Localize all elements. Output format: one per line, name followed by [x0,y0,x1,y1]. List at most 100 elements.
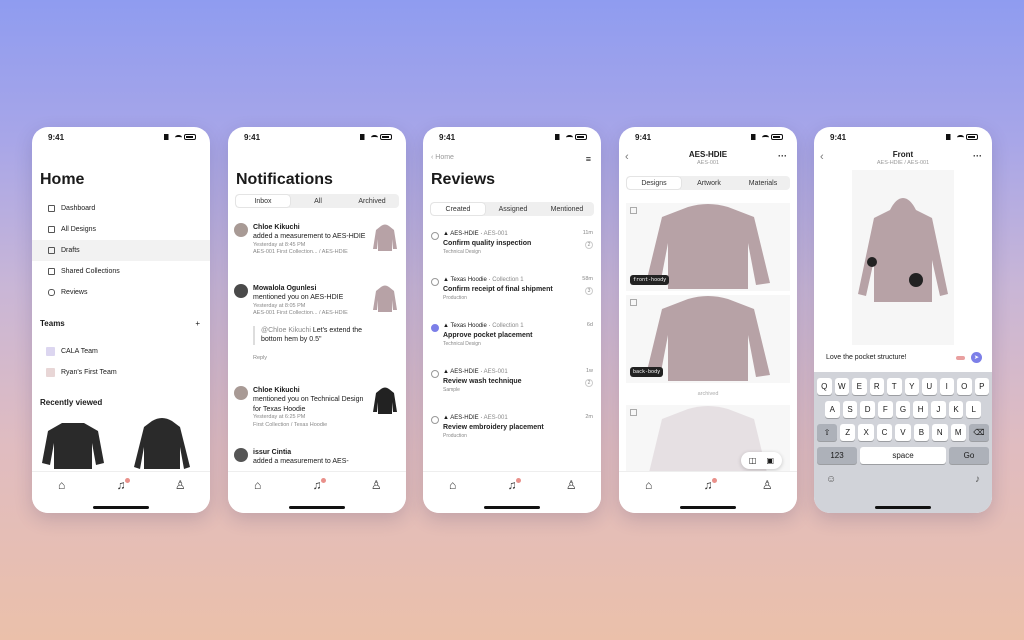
design-tabs: Designs Artwork Materials [626,176,790,190]
key-s[interactable]: S [842,401,858,418]
tab-archived[interactable]: Archived [345,194,399,208]
page-title: AES-HDIE [688,150,728,159]
key-v[interactable]: V [895,424,911,441]
review-item[interactable]: ▲ Texas Hoodie · Collection 1 Confirm rec… [423,276,601,322]
home-icon[interactable]: ⌂ [642,478,656,492]
send-icon[interactable]: ➤ [971,352,982,363]
checkbox[interactable] [630,207,637,214]
annotation-pin-icon[interactable] [909,273,923,287]
back-button[interactable]: ‹ Home [431,154,454,161]
tab-all[interactable]: All [291,194,345,208]
image-actions: ◫ ▣ [740,452,782,469]
profile-icon[interactable]: ♙ [369,478,383,492]
design-icon: ▲ [443,323,451,329]
key-o[interactable]: O [957,378,972,395]
key-g[interactable]: G [895,401,911,418]
bell-icon[interactable]: ♫ [310,478,326,492]
team-ryans-first[interactable]: Ryan's First Team [32,362,210,383]
tab-materials[interactable]: Materials [736,176,790,190]
design-image-front[interactable]: front-hoody [626,203,790,291]
shift-key[interactable]: ⇧ [817,424,837,441]
filter-icon[interactable]: ≡ [586,154,591,164]
key-m[interactable]: M [950,424,966,441]
profile-icon[interactable]: ♙ [173,478,187,492]
key-a[interactable]: A [825,401,840,418]
go-key[interactable]: Go [949,447,989,464]
tab-assigned[interactable]: Assigned [486,202,540,216]
design-image-back[interactable]: back-body [626,295,790,383]
page-title: Home [40,171,85,188]
review-item[interactable]: ▲ AES-HDIE · AES-001 Review embroidery pl… [423,414,601,460]
profile-icon[interactable]: ♙ [564,478,578,492]
phone-front: 9:41 ‹ ··· Front AES-HDIE / AES-001 Love… [814,127,992,513]
nav-drafts[interactable]: Drafts [32,240,210,261]
notification-item[interactable]: Chloe Kikuchi added a measurement to AES-… [228,223,406,280]
nav-dashboard[interactable]: Dashboard [32,198,210,219]
key-h[interactable]: H [913,401,929,418]
annotation-pin-icon[interactable] [867,257,877,267]
checkbox[interactable] [630,299,637,306]
numbers-key[interactable]: 123 [817,447,857,464]
key-b[interactable]: B [913,424,930,441]
key-e[interactable]: E [852,378,867,395]
notification-item[interactable]: issur Cintia added a measurement to AES- [228,448,406,470]
grid-icon [48,226,55,233]
key-r[interactable]: R [869,378,884,395]
camera-icon[interactable]: ◫ [749,456,757,465]
design-image-archived[interactable]: ◫ ▣ [626,405,790,485]
gallery-icon[interactable]: ▣ [766,456,774,465]
emoji-icon[interactable]: ☺ [826,474,836,485]
key-y[interactable]: Y [904,378,919,395]
key-f[interactable]: F [878,401,893,418]
tab-mentioned[interactable]: Mentioned [540,202,594,216]
key-w[interactable]: W [834,378,849,395]
key-l[interactable]: L [966,401,982,418]
key-z[interactable]: Z [840,424,856,441]
recent-designs-thumbnails[interactable] [40,417,205,473]
review-item[interactable]: ▲ AES-HDIE · AES-001 Review wash techniqu… [423,368,601,414]
review-item[interactable]: ▲ Texas Hoodie · Collection 1 Approve poc… [423,322,601,368]
tag-icon[interactable] [956,355,965,360]
nav-shared-collections[interactable]: Shared Collections [32,261,210,282]
key-q[interactable]: Q [817,378,832,395]
review-item[interactable]: ▲ AES-HDIE · AES-001 Confirm quality insp… [423,230,601,276]
thumbs-up-icon [48,289,55,296]
profile-icon[interactable]: ♙ [760,478,774,492]
key-t[interactable]: T [887,378,902,395]
bell-icon[interactable]: ♫ [114,478,130,492]
key-u[interactable]: U [922,378,937,395]
comment-input[interactable]: Love the pocket structure! ➤ [826,352,982,363]
bell-icon[interactable]: ♫ [701,478,717,492]
backspace-key[interactable]: ⌫ [969,424,989,441]
add-team-button[interactable]: + [195,319,200,328]
home-indicator [289,506,345,509]
key-k[interactable]: K [948,401,964,418]
comment-text: Love the pocket structure! [826,354,907,361]
team-cala[interactable]: CALA Team [32,341,210,362]
home-icon[interactable]: ⌂ [446,478,460,492]
reply-button[interactable]: Reply [253,355,367,362]
key-p[interactable]: P [974,378,989,395]
microphone-icon[interactable]: ♪ [975,474,980,485]
tab-created[interactable]: Created [431,203,485,215]
home-icon[interactable]: ⌂ [55,478,69,492]
space-key[interactable]: space [860,447,946,464]
key-j[interactable]: J [931,401,946,418]
nav-all-designs[interactable]: All Designs [32,219,210,240]
tab-designs[interactable]: Designs [627,177,681,189]
nav-reviews[interactable]: Reviews [32,282,210,303]
design-image[interactable] [852,170,954,345]
tab-inbox[interactable]: Inbox [236,195,290,207]
key-x[interactable]: X [858,424,874,441]
key-d[interactable]: D [860,401,876,418]
notification-item[interactable]: Chloe Kikuchi mentioned you on Technical … [228,386,406,448]
key-i[interactable]: I [939,378,954,395]
checkbox[interactable] [630,409,637,416]
key-n[interactable]: N [932,424,948,441]
key-c[interactable]: C [876,424,893,441]
bell-icon[interactable]: ♫ [505,478,521,492]
tab-artwork[interactable]: Artwork [682,176,736,190]
home-icon[interactable]: ⌂ [251,478,265,492]
notification-item[interactable]: Mowalola Ogunlesi mentioned you on AES-HD… [228,284,406,384]
status-circle-icon [431,416,439,424]
